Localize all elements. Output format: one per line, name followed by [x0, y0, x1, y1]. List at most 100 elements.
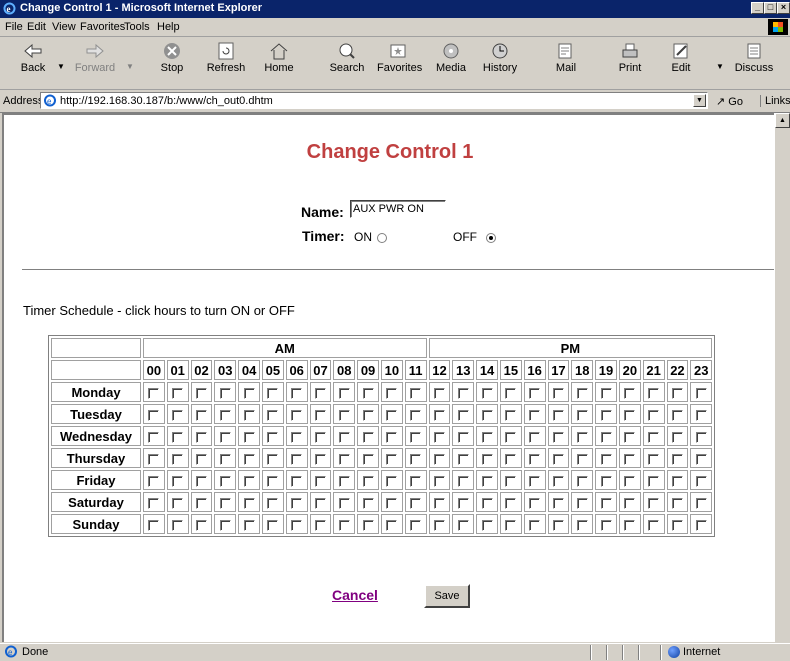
hour-checkbox[interactable]: [576, 497, 588, 509]
forward-button[interactable]: Forward: [74, 42, 116, 74]
hour-checkbox[interactable]: [219, 409, 231, 421]
hour-checkbox[interactable]: [338, 387, 350, 399]
discuss-button[interactable]: Discuss: [731, 42, 777, 74]
hour-checkbox[interactable]: [505, 453, 517, 465]
home-button[interactable]: Home: [258, 42, 300, 74]
hour-checkbox[interactable]: [314, 453, 326, 465]
hour-checkbox[interactable]: [148, 475, 160, 487]
timer-off-radio[interactable]: [486, 233, 496, 243]
hour-checkbox[interactable]: [433, 387, 445, 399]
hour-checkbox[interactable]: [600, 409, 612, 421]
close-button[interactable]: ×: [777, 2, 790, 14]
hour-checkbox[interactable]: [219, 453, 231, 465]
hour-checkbox[interactable]: [695, 453, 707, 465]
hour-checkbox[interactable]: [624, 431, 636, 443]
hour-checkbox[interactable]: [433, 409, 445, 421]
hour-checkbox[interactable]: [695, 497, 707, 509]
hour-checkbox[interactable]: [195, 409, 207, 421]
hour-checkbox[interactable]: [172, 497, 184, 509]
hour-checkbox[interactable]: [433, 497, 445, 509]
hour-checkbox[interactable]: [148, 453, 160, 465]
hour-checkbox[interactable]: [481, 519, 493, 531]
hour-checkbox[interactable]: [552, 519, 564, 531]
hour-checkbox[interactable]: [338, 497, 350, 509]
hour-checkbox[interactable]: [552, 453, 564, 465]
hour-checkbox[interactable]: [362, 409, 374, 421]
hour-checkbox[interactable]: [481, 431, 493, 443]
hour-checkbox[interactable]: [219, 431, 231, 443]
hour-checkbox[interactable]: [433, 431, 445, 443]
hour-checkbox[interactable]: [314, 431, 326, 443]
hour-checkbox[interactable]: [410, 453, 422, 465]
hour-checkbox[interactable]: [314, 387, 326, 399]
hour-checkbox[interactable]: [195, 387, 207, 399]
hour-checkbox[interactable]: [505, 497, 517, 509]
hour-checkbox[interactable]: [267, 387, 279, 399]
hour-checkbox[interactable]: [624, 475, 636, 487]
hour-checkbox[interactable]: [410, 409, 422, 421]
hour-checkbox[interactable]: [410, 431, 422, 443]
menu-view[interactable]: View: [52, 21, 76, 33]
hour-checkbox[interactable]: [291, 387, 303, 399]
hour-checkbox[interactable]: [291, 475, 303, 487]
hour-checkbox[interactable]: [552, 431, 564, 443]
hour-checkbox[interactable]: [433, 475, 445, 487]
hour-checkbox[interactable]: [600, 519, 612, 531]
hour-checkbox[interactable]: [648, 431, 660, 443]
hour-checkbox[interactable]: [481, 409, 493, 421]
save-button[interactable]: Save: [424, 584, 470, 608]
hour-checkbox[interactable]: [576, 475, 588, 487]
hour-checkbox[interactable]: [172, 409, 184, 421]
vertical-scrollbar[interactable]: ▲: [774, 113, 790, 642]
hour-checkbox[interactable]: [148, 409, 160, 421]
hour-checkbox[interactable]: [362, 431, 374, 443]
hour-checkbox[interactable]: [457, 497, 469, 509]
hour-checkbox[interactable]: [671, 387, 683, 399]
hour-checkbox[interactable]: [243, 519, 255, 531]
hour-checkbox[interactable]: [457, 475, 469, 487]
hour-checkbox[interactable]: [671, 475, 683, 487]
hour-checkbox[interactable]: [671, 519, 683, 531]
hour-checkbox[interactable]: [172, 387, 184, 399]
hour-checkbox[interactable]: [291, 409, 303, 421]
hour-checkbox[interactable]: [386, 409, 398, 421]
hour-checkbox[interactable]: [219, 475, 231, 487]
hour-checkbox[interactable]: [291, 497, 303, 509]
hour-checkbox[interactable]: [243, 409, 255, 421]
hour-checkbox[interactable]: [600, 475, 612, 487]
minimize-button[interactable]: _: [751, 2, 764, 14]
hour-checkbox[interactable]: [505, 431, 517, 443]
hour-checkbox[interactable]: [529, 519, 541, 531]
hour-checkbox[interactable]: [648, 519, 660, 531]
hour-checkbox[interactable]: [338, 409, 350, 421]
hour-checkbox[interactable]: [624, 387, 636, 399]
hour-checkbox[interactable]: [552, 475, 564, 487]
hour-checkbox[interactable]: [148, 497, 160, 509]
hour-checkbox[interactable]: [410, 475, 422, 487]
hour-checkbox[interactable]: [386, 387, 398, 399]
scroll-up-icon[interactable]: ▲: [775, 113, 790, 128]
back-button[interactable]: Back: [12, 42, 54, 74]
hour-checkbox[interactable]: [219, 387, 231, 399]
links-button[interactable]: Links: [760, 95, 790, 107]
go-button[interactable]: ↗ Go: [716, 95, 743, 108]
hour-checkbox[interactable]: [386, 431, 398, 443]
hour-checkbox[interactable]: [529, 387, 541, 399]
hour-checkbox[interactable]: [576, 453, 588, 465]
hour-checkbox[interactable]: [195, 475, 207, 487]
hour-checkbox[interactable]: [219, 497, 231, 509]
hour-checkbox[interactable]: [695, 519, 707, 531]
hour-checkbox[interactable]: [410, 519, 422, 531]
hour-checkbox[interactable]: [600, 497, 612, 509]
stop-button[interactable]: Stop: [151, 42, 193, 74]
hour-checkbox[interactable]: [624, 497, 636, 509]
hour-checkbox[interactable]: [457, 453, 469, 465]
hour-checkbox[interactable]: [243, 497, 255, 509]
hour-checkbox[interactable]: [648, 409, 660, 421]
hour-checkbox[interactable]: [552, 497, 564, 509]
hour-checkbox[interactable]: [267, 431, 279, 443]
edit-dropdown-icon[interactable]: ▼: [716, 62, 724, 71]
hour-checkbox[interactable]: [457, 387, 469, 399]
hour-checkbox[interactable]: [148, 431, 160, 443]
hour-checkbox[interactable]: [505, 409, 517, 421]
